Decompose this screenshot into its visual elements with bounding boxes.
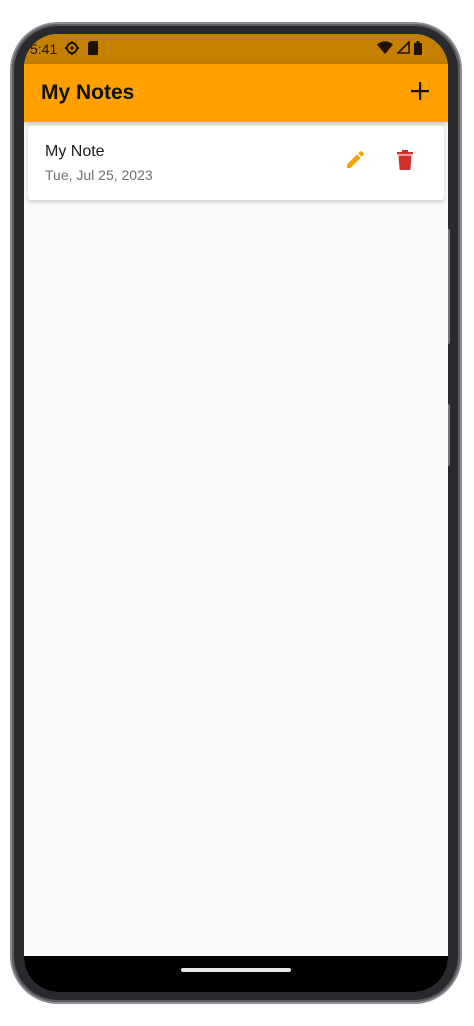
page-title: My Notes <box>41 81 135 104</box>
device-stage: 5:41 My Notes My Note Tue, Jul 25, 2023 <box>0 0 474 1026</box>
status-right <box>377 40 422 58</box>
battery-icon <box>414 40 422 58</box>
settings-icon <box>65 40 80 58</box>
note-date: Tue, Jul 25, 2023 <box>45 167 153 183</box>
pencil-icon <box>345 150 365 175</box>
status-left: 5:41 <box>30 40 99 58</box>
trash-icon <box>397 149 413 175</box>
note-title: My Note <box>45 143 105 160</box>
signal-icon <box>396 40 410 57</box>
navigation-bar <box>24 956 448 992</box>
delete-note-button[interactable] <box>391 148 419 176</box>
app-screen: 5:41 My Notes My Note Tue, Jul 25, 2023 <box>24 34 448 992</box>
edit-note-button[interactable] <box>341 148 369 176</box>
status-bar: 5:41 <box>24 34 448 64</box>
wifi-icon <box>377 41 393 57</box>
sim-card-icon <box>87 40 99 58</box>
add-note-button[interactable] <box>406 79 434 107</box>
home-indicator[interactable] <box>181 968 291 972</box>
plus-icon <box>411 81 429 105</box>
app-bar: My Notes <box>24 64 448 122</box>
list-item[interactable]: My Note Tue, Jul 25, 2023 <box>28 126 444 200</box>
status-time: 5:41 <box>30 41 58 57</box>
